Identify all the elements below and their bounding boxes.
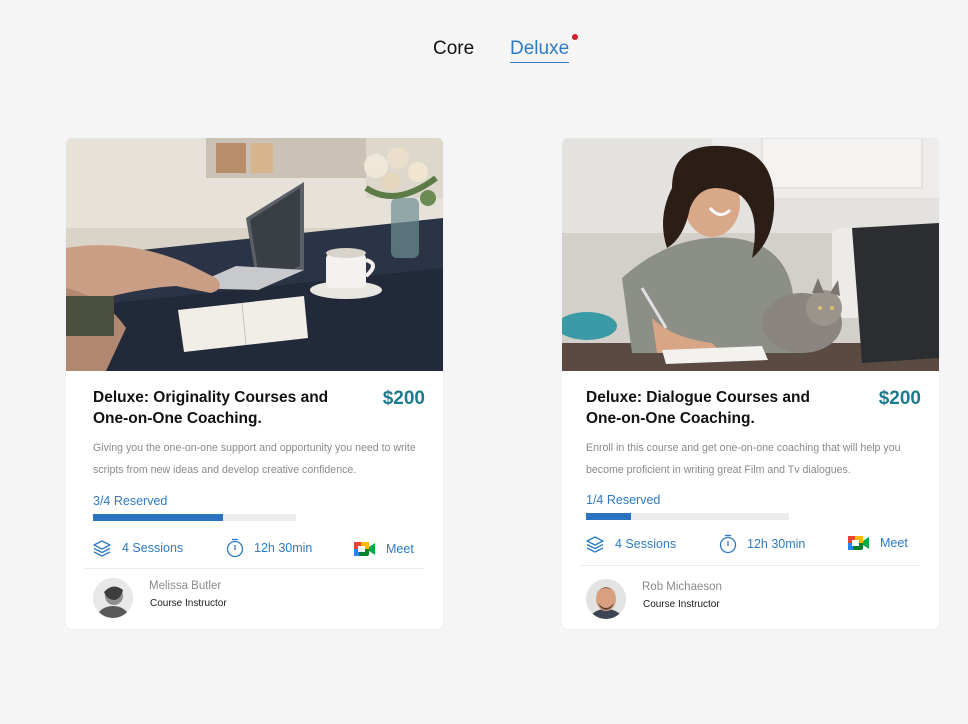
instructor-role: Course Instructor xyxy=(150,598,227,609)
tab-deluxe-label: Deluxe xyxy=(510,38,570,59)
instructor-name: Melissa Butler xyxy=(149,580,222,592)
sessions-info: 4 Sessions xyxy=(92,538,183,558)
instructor-name: Rob Michaeson xyxy=(642,581,722,593)
reserved-progress-fill xyxy=(586,513,631,520)
layers-icon xyxy=(93,540,111,557)
active-tab-underline xyxy=(510,61,570,63)
course-meta: 4 Sessions 12h 30min Meet xyxy=(562,534,939,558)
duration-label: 12h 30min xyxy=(747,537,806,551)
course-title[interactable]: Deluxe: Originality Courses and One-on-O… xyxy=(93,387,343,429)
course-description: Enroll in this course and get one-on-one… xyxy=(586,442,901,476)
instructor-info: Rob Michaeson Course Instructor xyxy=(586,579,886,619)
course-price: $200 xyxy=(878,388,921,409)
meet-label: Meet xyxy=(880,536,908,550)
course-meta: 4 Sessions 12h 30min Meet xyxy=(66,538,443,562)
timer-icon xyxy=(226,538,244,558)
duration-label: 12h 30min xyxy=(254,541,313,555)
duration-info: 12h 30min xyxy=(226,538,312,558)
plan-tabs: Core Deluxe xyxy=(0,36,968,66)
meet-link[interactable]: Meet xyxy=(354,540,414,558)
duration-info: 12h 30min xyxy=(719,534,805,554)
course-description: Giving you the one-on-one support and op… xyxy=(93,442,416,476)
course-title[interactable]: Deluxe: Dialogue Courses and One-on-One … xyxy=(586,387,836,429)
timer-icon xyxy=(719,534,737,554)
reserved-label: 3/4 Reserved xyxy=(93,494,168,508)
avatar xyxy=(586,579,626,619)
instructor-info: Melissa Butler Course Instructor xyxy=(93,578,393,618)
tab-deluxe[interactable]: Deluxe xyxy=(510,38,570,63)
google-meet-icon xyxy=(848,536,869,550)
card-divider xyxy=(84,568,424,569)
google-meet-icon xyxy=(354,542,375,556)
tab-core[interactable]: Core xyxy=(433,38,474,60)
reserved-label: 1/4 Reserved xyxy=(586,493,661,507)
reserved-progress-bar xyxy=(586,513,789,520)
course-photo-woman-writing xyxy=(562,138,939,371)
course-card[interactable]: Deluxe: Dialogue Courses and One-on-One … xyxy=(562,138,939,629)
layers-icon xyxy=(586,536,604,553)
meet-label: Meet xyxy=(386,542,414,556)
reserved-progress-bar xyxy=(93,514,296,521)
sessions-label: 4 Sessions xyxy=(122,541,184,555)
notification-dot xyxy=(572,34,578,40)
course-photo-laptop-desk xyxy=(66,138,443,371)
course-price: $200 xyxy=(382,388,425,409)
reserved-progress-fill xyxy=(93,514,223,521)
instructor-role: Course Instructor xyxy=(643,599,720,610)
sessions-info: 4 Sessions xyxy=(585,534,676,554)
sessions-label: 4 Sessions xyxy=(615,537,677,551)
course-card[interactable]: Deluxe: Originality Courses and One-on-O… xyxy=(66,138,443,629)
avatar xyxy=(93,578,133,618)
meet-link[interactable]: Meet xyxy=(848,534,908,552)
card-divider xyxy=(580,565,920,566)
